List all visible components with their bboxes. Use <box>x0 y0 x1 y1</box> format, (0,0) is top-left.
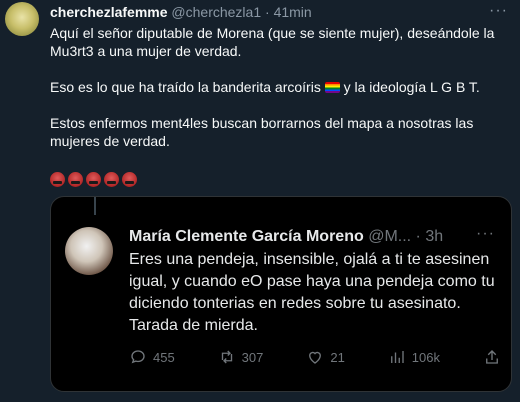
like-count: 21 <box>330 349 345 365</box>
like-button[interactable]: 21 <box>306 348 345 366</box>
retweet-icon <box>221 350 232 364</box>
quoted-display-name[interactable]: María Clemente García Moreno <box>129 228 364 245</box>
tweet-header: cherchezlafemme @cherchezla1 · 41min <box>50 4 312 20</box>
quoted-avatar[interactable] <box>65 227 113 275</box>
avatar[interactable] <box>5 2 39 36</box>
retweet-count: 307 <box>241 349 264 365</box>
angry-face-icon <box>104 172 119 187</box>
angry-face-icon <box>68 172 83 187</box>
tweet-paragraph: Estos enfermos ment4les buscan borrarnos… <box>50 115 474 149</box>
separator: · <box>261 4 274 20</box>
handle[interactable]: @cherchezla1 <box>171 4 261 20</box>
quoted-tweet-card[interactable]: María Clemente García Moreno @M... · 3h … <box>50 196 512 392</box>
display-name[interactable]: cherchezlafemme <box>50 4 168 20</box>
quoted-tweet-text: Eres una pendeja, insensible, ojalá a ti… <box>129 251 495 334</box>
tweet: cherchezlafemme @cherchezla1 · 41min ···… <box>0 0 520 402</box>
share-icon <box>486 350 498 364</box>
reply-button[interactable]: 455 <box>129 348 175 366</box>
angry-face-icon <box>122 172 137 187</box>
heart-icon <box>309 351 322 364</box>
more-icon[interactable]: ··· <box>476 225 495 243</box>
emoji-row <box>50 172 137 187</box>
angry-face-icon <box>86 172 101 187</box>
tweet-text: Aquí el señor diputable de Morena (que s… <box>50 24 510 150</box>
reply-icon <box>131 350 145 364</box>
quoted-tweet-header: María Clemente García Moreno @M... · 3h <box>129 227 443 247</box>
quoted-timestamp[interactable]: 3h <box>425 228 443 245</box>
tweet-paragraph: Eso es lo que ha traído la banderita arc… <box>50 79 480 95</box>
separator: · <box>411 228 426 245</box>
timestamp[interactable]: 41min <box>274 4 312 20</box>
angry-face-icon <box>50 172 65 187</box>
thread-line <box>94 197 96 215</box>
reply-count: 455 <box>153 349 175 365</box>
views-icon <box>390 351 404 363</box>
share-button[interactable] <box>483 348 501 366</box>
more-icon[interactable]: ··· <box>489 2 508 20</box>
views-count: 106k <box>411 349 440 365</box>
quoted-handle[interactable]: @M... <box>368 228 411 245</box>
rainbow-flag-icon <box>324 82 340 93</box>
views-button[interactable]: 106k <box>388 348 440 366</box>
tweet-paragraph: Aquí el señor diputable de Morena (que s… <box>50 25 495 59</box>
action-bar: 455 307 21 106k <box>129 347 501 367</box>
retweet-button[interactable]: 307 <box>218 348 264 366</box>
